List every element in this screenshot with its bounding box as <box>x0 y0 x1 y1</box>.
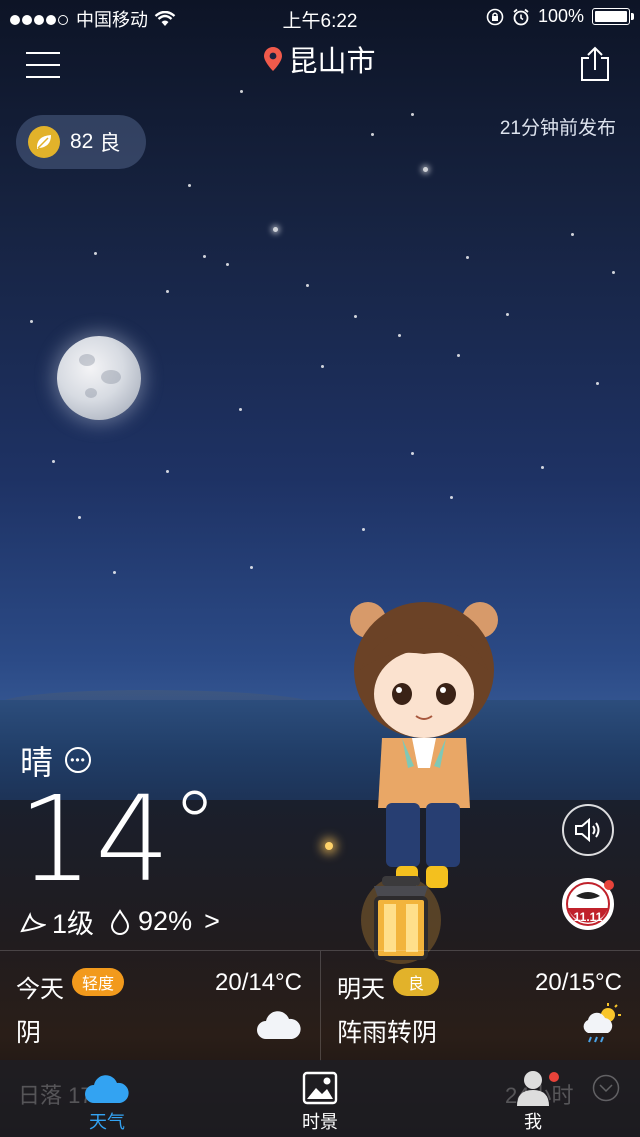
tab-me[interactable]: 我 <box>483 1070 583 1134</box>
status-right: 100% <box>486 6 634 27</box>
share-button[interactable] <box>580 46 610 82</box>
degree-symbol: ° <box>172 772 220 877</box>
wind-humidity-row[interactable]: 1级 92% > <box>20 902 220 941</box>
city-name: 昆山市 <box>288 46 376 78</box>
cloud-icon <box>85 1075 129 1103</box>
forecast-today[interactable]: 今天 轻度 20/14°C 阴 <box>0 951 320 1061</box>
chevron-down-icon[interactable] <box>592 1074 620 1102</box>
notification-dot <box>604 880 614 890</box>
air-quality-badge[interactable]: 82 良 <box>16 115 146 169</box>
promo-1111-button[interactable]: 11.11 <box>562 878 614 930</box>
leaf-icon <box>28 126 60 158</box>
voice-broadcast-button[interactable] <box>562 804 614 856</box>
forecast-description: 阴 <box>16 1019 42 1047</box>
moon <box>57 336 141 420</box>
forecast-day-label: 今天 <box>16 976 64 1003</box>
tab-scenery[interactable]: 时景 <box>270 1070 370 1134</box>
aqi-badge-today: 轻度 <box>72 968 125 996</box>
tab-label: 我 <box>524 1112 542 1132</box>
user-icon <box>517 1071 549 1106</box>
temperature-value: 14 <box>18 770 173 908</box>
temperature-range: 20/15°C <box>535 969 622 996</box>
publish-time: 21分钟前发布 <box>499 118 616 139</box>
wind-icon <box>20 911 46 932</box>
location-pin-icon <box>264 47 283 71</box>
tab-label: 天气 <box>89 1112 125 1132</box>
current-temperature: 14° <box>18 780 219 899</box>
forecast-tomorrow[interactable]: 明天 良 20/15°C 阵雨转阴 <box>320 951 640 1061</box>
temperature-range: 20/14°C <box>215 969 302 996</box>
aqi-value: 82 <box>70 130 94 153</box>
battery-icon <box>592 8 634 25</box>
cloudy-icon <box>257 1011 301 1039</box>
tab-bar: 日落 17 24小时 天气 时景 我 <box>0 1060 640 1137</box>
status-bar: 中国移动 上午6:22 100% <box>0 0 640 34</box>
city-selector[interactable]: 昆山市 <box>0 38 640 80</box>
wind-level: 1级 <box>52 909 95 939</box>
battery-percent: 100% <box>537 6 584 26</box>
aqi-badge-tomorrow: 良 <box>393 968 440 996</box>
tab-label: 时景 <box>302 1112 338 1132</box>
forecast-day-label: 明天 <box>337 976 385 1003</box>
tab-weather[interactable]: 天气 <box>57 1070 157 1134</box>
notification-dot <box>549 1072 559 1082</box>
aqi-level: 良 <box>99 132 121 155</box>
promo-label: 11.11 <box>573 910 603 924</box>
rotation-lock-icon <box>486 8 504 25</box>
shower-sun-icon <box>583 1003 621 1043</box>
alarm-icon <box>513 8 529 25</box>
photo-icon <box>302 1071 338 1105</box>
humidity-drop-icon <box>111 908 130 935</box>
cartoon-character <box>350 602 498 888</box>
forecast-description: 阵雨转阴 <box>337 1019 438 1047</box>
speaker-icon <box>575 818 600 842</box>
humidity-value: 92% <box>138 906 193 936</box>
forecast-panel: 今天 轻度 20/14°C 阴 明天 良 20/15°C 阵雨转阴 <box>0 950 640 1061</box>
chevron-right-icon: > <box>204 906 220 936</box>
